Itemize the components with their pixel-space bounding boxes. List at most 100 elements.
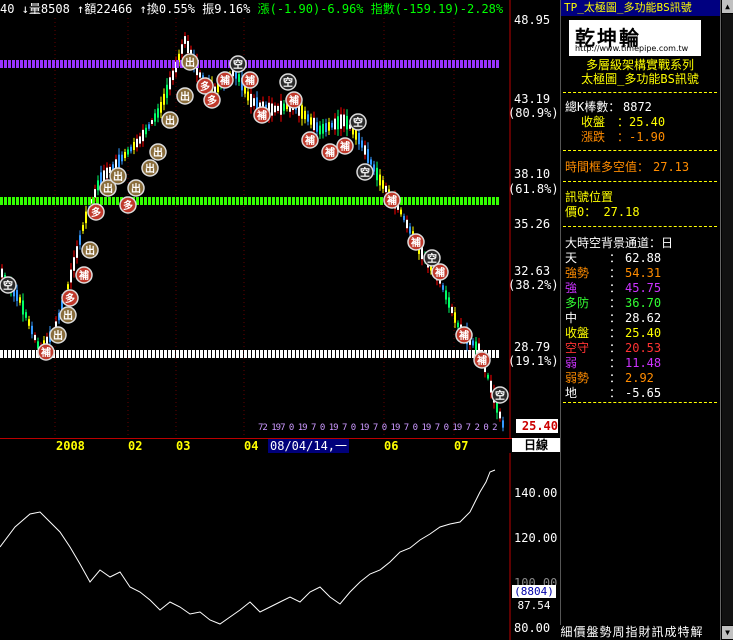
candle-body <box>487 374 489 379</box>
price-label-7: 32.63 <box>514 264 551 278</box>
tab-item[interactable]: 成 <box>664 625 677 640</box>
tab-item[interactable]: 特 <box>677 625 690 640</box>
candle-body <box>19 297 21 303</box>
level-band-white <box>220 350 223 358</box>
price-label-10: (19.1%) <box>508 354 559 368</box>
topbar-index: 指數(-159.19)-2.28% <box>370 2 504 16</box>
level-band-purple <box>336 60 339 68</box>
candle-body <box>133 141 135 151</box>
level-band-green <box>68 197 71 205</box>
tab-item[interactable]: 訊 <box>651 625 664 640</box>
level-band-green <box>8 197 11 205</box>
signal-badge-icon: 出 <box>49 326 67 344</box>
level-band-green <box>52 197 55 205</box>
tab-item[interactable]: 解 <box>690 625 703 640</box>
level-band-green <box>64 197 67 205</box>
level-band-purple <box>84 60 87 68</box>
chart-area[interactable]: 40 ↓量8508 ↑額22466 ↑換0.55% 振9.16% 漲(-1.90… <box>0 0 560 640</box>
info-panel: TP_太極圖_多功能BS訊號 乾坤輪 http://www.timepipe.c… <box>560 0 721 640</box>
candle-body <box>166 84 168 98</box>
price-chart[interactable]: 空補出出多補出多出出多出出出出出出多多補空補補空補補補補空空補補空補補補空 <box>0 0 560 438</box>
level-band-purple <box>384 60 387 68</box>
svg-text:空: 空 <box>353 116 363 129</box>
signal-badge-icon: 補 <box>431 263 449 281</box>
svg-text:出: 出 <box>145 162 155 175</box>
level-band-white <box>240 350 243 358</box>
level-band-purple <box>312 60 315 68</box>
svg-text:補: 補 <box>304 134 315 147</box>
candle-body <box>283 103 285 111</box>
level-band-purple <box>288 60 291 68</box>
level-band-purple <box>52 60 55 68</box>
price-label-2: 43.19 <box>514 92 551 106</box>
scroll-track[interactable] <box>722 14 733 625</box>
time-label-04: 04 <box>244 439 259 453</box>
level-band-white <box>336 350 339 358</box>
scroll-up-button[interactable]: ▲ <box>722 0 733 13</box>
channel-row-value: 45.75 <box>625 281 662 295</box>
candle-body <box>82 225 84 231</box>
level-band-white <box>440 350 443 358</box>
tab-item[interactable]: 價 <box>573 625 586 640</box>
level-band-white <box>156 350 159 358</box>
level-band-green <box>180 197 183 205</box>
bull-bear-value: 27.13 <box>653 160 690 174</box>
level-band-white <box>372 350 375 358</box>
tab-item[interactable]: 財 <box>638 625 651 640</box>
level-band-green <box>88 197 91 205</box>
candle-body <box>139 136 141 144</box>
tab-item[interactable]: 細 <box>560 625 573 640</box>
level-band-green <box>16 197 19 205</box>
level-band-purple <box>324 60 327 68</box>
level-band-purple <box>104 60 107 68</box>
bull-bear-label: 時間框多空值： <box>565 160 650 174</box>
level-band-green <box>140 197 143 205</box>
candle-body <box>307 114 309 122</box>
level-band-white <box>224 350 227 358</box>
indicator-chart[interactable] <box>0 452 560 640</box>
tab-item[interactable]: 勢 <box>599 625 612 640</box>
level-band-purple <box>212 60 215 68</box>
scroll-down-button[interactable]: ▼ <box>722 626 733 639</box>
level-band-purple <box>168 60 171 68</box>
level-band-white <box>492 350 495 358</box>
svg-text:多: 多 <box>123 199 133 212</box>
candle-body <box>154 113 156 122</box>
candle-body <box>367 149 369 163</box>
level-band-green <box>284 197 287 205</box>
level-band-white <box>104 350 107 358</box>
level-band-white <box>396 350 399 358</box>
level-band-purple <box>120 60 123 68</box>
level-band-green <box>224 197 227 205</box>
channel-row-value: 2.92 <box>625 371 654 385</box>
level-band-purple <box>368 60 371 68</box>
tab-item[interactable]: 指 <box>625 625 638 640</box>
time-cursor-date[interactable]: 08/04/14,一 <box>268 439 350 453</box>
total-k-label: 總K棒數： <box>565 100 621 114</box>
candle-body <box>406 219 408 229</box>
level-band-white <box>204 350 207 358</box>
tab-item[interactable]: 盤 <box>586 625 599 640</box>
level-band-green <box>296 197 299 205</box>
change-value: ：-1.90 <box>617 130 666 144</box>
tab-item[interactable]: 周 <box>612 625 625 640</box>
candle-body <box>334 118 336 130</box>
signal-badge-icon: 補 <box>301 131 319 149</box>
svg-text:出: 出 <box>185 56 195 69</box>
candle-body <box>340 114 342 129</box>
level-band-purple <box>92 60 95 68</box>
price-label-4: 38.10 <box>514 167 551 181</box>
candle-body <box>106 167 108 179</box>
level-band-green <box>172 197 175 205</box>
level-band-purple <box>248 60 251 68</box>
level-band-white <box>56 350 59 358</box>
channel-row-colon: ： <box>609 356 622 370</box>
candle-body <box>475 341 477 351</box>
level-band-purple <box>176 60 179 68</box>
vertical-scrollbar[interactable]: ▲ ▼ <box>720 0 733 640</box>
level-band-purple <box>344 60 347 68</box>
period-selector[interactable]: 日線 <box>512 438 560 452</box>
panel-subtitle-2: 太極圖_多功能BS訊號 <box>581 72 699 86</box>
level-band-green <box>100 197 103 205</box>
level-band-white <box>400 350 403 358</box>
